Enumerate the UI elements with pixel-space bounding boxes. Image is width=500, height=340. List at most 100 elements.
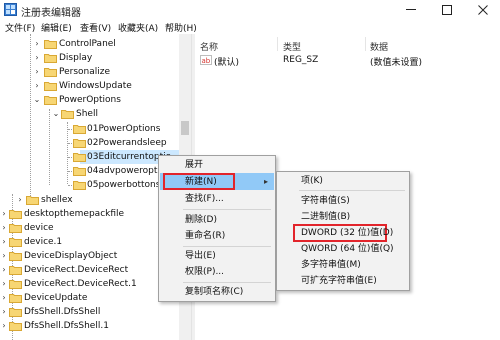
expand-icon[interactable]: › xyxy=(33,79,41,93)
window-title: 注册表编辑器 xyxy=(21,8,81,19)
expand-icon[interactable]: › xyxy=(0,207,8,221)
expand-icon[interactable]: › xyxy=(0,249,8,263)
string-value-icon-glyph: ab xyxy=(202,57,211,65)
value-name: (默认) xyxy=(214,58,240,68)
folder-icon xyxy=(44,82,57,91)
new-submenu: 项(K) 字符串值(S) 二进制值(B) DWORD (32 位)值(D) QW… xyxy=(276,171,410,291)
tree-item-label: shellex xyxy=(41,195,73,205)
title-bar: 注册表编辑器 xyxy=(0,0,500,20)
tree-item-label: Personalize xyxy=(59,67,111,77)
collapse-icon[interactable]: ⌄ xyxy=(33,93,41,107)
maximize-button[interactable] xyxy=(430,0,464,20)
tree-item-selected[interactable]: 03Editcurrentoptio xyxy=(0,150,179,164)
menu-help[interactable]: 帮助(H) xyxy=(165,21,197,34)
tree-item[interactable]: 04advpoweroptio xyxy=(0,164,179,178)
menu-favorites[interactable]: 收藏夹(A) xyxy=(118,21,158,34)
folder-icon xyxy=(9,238,22,247)
tree-item-label: WindowsUpdate xyxy=(59,81,132,91)
tree-item-label: DfsShell.DfsShell xyxy=(24,307,101,317)
submenu-arrow-icon: ▸ xyxy=(264,177,269,186)
tree-item[interactable]: › DeviceUpdate xyxy=(0,291,179,305)
tree-item[interactable]: ⌄ PowerOptions xyxy=(0,93,179,107)
expand-icon[interactable]: › xyxy=(0,319,8,333)
folder-icon xyxy=(73,181,86,190)
expand-icon[interactable]: › xyxy=(0,235,8,249)
expand-icon[interactable]: › xyxy=(0,291,8,305)
tree-item[interactable]: › shellex xyxy=(0,193,179,207)
menu-item-expand[interactable]: 展开 xyxy=(159,156,275,174)
expand-icon[interactable]: › xyxy=(0,277,8,291)
folder-icon xyxy=(26,196,39,205)
tree-item[interactable]: ⌄ Shell xyxy=(0,107,179,121)
tree-item-label: ControlPanel xyxy=(59,39,116,49)
menu-item-rename[interactable]: 重命名(R) xyxy=(159,227,275,245)
maximize-icon xyxy=(442,5,452,15)
menu-bar: 文件(F) 编辑(E) 查看(V) 收藏夹(A) 帮助(H) xyxy=(0,20,500,34)
folder-icon xyxy=(9,224,22,233)
tree-item[interactable]: › Display xyxy=(0,51,179,65)
folder-icon xyxy=(9,266,22,275)
menu-file[interactable]: 文件(F) xyxy=(5,21,35,34)
tree-item-label: 01PowerOptions xyxy=(87,124,161,134)
folder-icon xyxy=(44,40,57,49)
tree-item-label: device xyxy=(24,223,54,233)
tree-item-label: desktopthemepackfile xyxy=(24,209,125,219)
tree-item[interactable]: › DeviceRect.DeviceRect.1 xyxy=(0,277,179,291)
collapse-icon[interactable]: ⌄ xyxy=(52,107,60,121)
tree-item[interactable]: › WindowsUpdate xyxy=(0,79,179,93)
menu-item-find[interactable]: 查找(F)... xyxy=(159,190,275,208)
tree-item[interactable]: › Personalize xyxy=(0,65,179,79)
value-row[interactable]: ab (默认) REG_SZ (数值未设置) xyxy=(195,34,500,70)
tree-item-label: DeviceUpdate xyxy=(24,293,88,303)
string-value-icon: ab xyxy=(200,55,212,65)
menu-separator xyxy=(299,190,405,191)
value-data: (数值未设置) xyxy=(370,58,423,68)
folder-icon xyxy=(73,167,86,176)
menu-item-permissions[interactable]: 权限(P)... xyxy=(159,263,275,281)
tree-item[interactable]: › device xyxy=(0,221,179,235)
tree-item[interactable]: 02Powerandsleep xyxy=(0,136,179,150)
menu-separator xyxy=(183,209,271,210)
tree-item-label: DeviceRect.DeviceRect xyxy=(24,265,129,275)
tree-item[interactable]: › DfsShell.DfsShell.1 xyxy=(0,319,179,333)
minimize-icon xyxy=(406,9,416,10)
tree-item[interactable]: › desktopthemepackfile xyxy=(0,207,179,221)
expand-icon[interactable]: › xyxy=(0,221,8,235)
folder-icon xyxy=(9,280,22,289)
folder-icon xyxy=(44,68,57,77)
tree-item-label: DfsShell.DfsShell.1 xyxy=(24,321,109,331)
minimize-button[interactable] xyxy=(394,0,428,20)
registry-editor-window: 注册表编辑器 文件(F) 编辑(E) 查看(V) 收藏夹(A) 帮助(H) › … xyxy=(0,0,500,340)
tree-item-label: Display xyxy=(59,53,93,63)
tree-item[interactable]: › device.1 xyxy=(0,235,179,249)
expand-icon[interactable]: › xyxy=(0,263,8,277)
tree-item-label: 02Powerandsleep xyxy=(87,138,167,148)
tree-item[interactable]: › ControlPanel xyxy=(0,37,179,51)
tree-item-label: Shell xyxy=(76,109,98,119)
expand-icon[interactable]: › xyxy=(0,305,8,319)
menu-item-new[interactable]: 新建(N) xyxy=(159,173,275,191)
tree-item[interactable]: 01PowerOptions xyxy=(0,122,179,136)
expand-icon[interactable]: › xyxy=(33,51,41,65)
tree-item[interactable]: 05powerbottons xyxy=(0,178,179,192)
tree-item-label: DeviceDisplayObject xyxy=(24,251,118,261)
tree-item-label: 04advpoweroptio xyxy=(87,166,166,176)
menu-view[interactable]: 查看(V) xyxy=(80,21,111,34)
tree-item-label: PowerOptions xyxy=(59,95,121,105)
submenu-item-expandable-string-value[interactable]: 可扩充字符串值(E) xyxy=(277,272,409,290)
tree-scrollbar-thumb[interactable] xyxy=(181,121,189,135)
tree-item[interactable]: › DfsShell.DfsShell xyxy=(0,305,179,319)
expand-icon[interactable]: › xyxy=(33,65,41,79)
expand-icon[interactable]: › xyxy=(16,193,24,207)
submenu-item-key[interactable]: 项(K) xyxy=(277,172,409,190)
context-menu: 展开 新建(N) ▸ 查找(F)... 删除(D) 重命名(R) 导出(E) 权… xyxy=(158,155,276,302)
tree-item[interactable]: › DeviceDisplayObject xyxy=(0,249,179,263)
menu-item-copy-key-name[interactable]: 复制项名称(C) xyxy=(159,283,275,301)
tree-item[interactable]: › DeviceRect.DeviceRect xyxy=(0,263,179,277)
expand-icon[interactable]: › xyxy=(33,37,41,51)
menu-edit[interactable]: 编辑(E) xyxy=(41,21,72,34)
tree-item-label: DeviceRect.DeviceRect.1 xyxy=(24,279,137,289)
close-button[interactable] xyxy=(466,0,500,20)
folder-icon xyxy=(73,139,86,148)
folder-icon xyxy=(73,125,86,134)
